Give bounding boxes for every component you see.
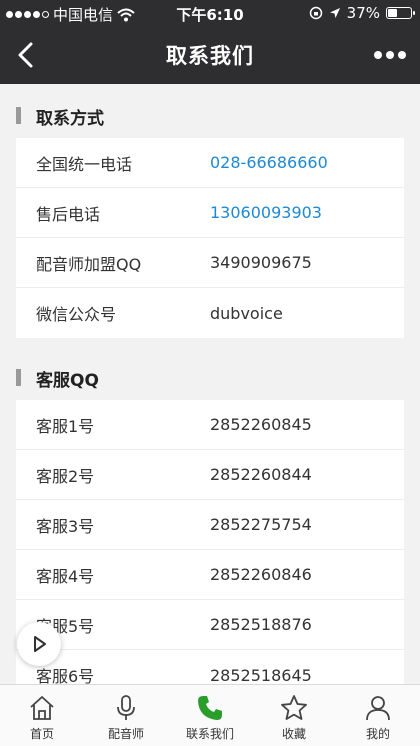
- more-button[interactable]: [370, 38, 410, 72]
- row-value: 2852260844: [210, 465, 312, 484]
- tab-label: 首页: [29, 727, 54, 741]
- tab-label: 配音师: [107, 727, 144, 741]
- row-value: 3490909675: [210, 253, 312, 272]
- tab-label: 联系我们: [185, 727, 234, 741]
- service-row[interactable]: 客服2号 2852260844: [16, 450, 404, 500]
- play-icon: [34, 636, 46, 652]
- row-label: 配音师加盟QQ: [36, 254, 142, 274]
- home-icon: [30, 696, 54, 720]
- user-icon: [366, 696, 390, 721]
- rotation-lock-icon: [309, 6, 322, 20]
- row-value: 2852260846: [210, 565, 312, 584]
- row-value: dubvoice: [210, 303, 283, 323]
- play-button[interactable]: [17, 622, 61, 666]
- tab-label: 我的: [365, 727, 390, 741]
- more-dot-icon: [374, 51, 382, 59]
- content-area[interactable]: 取系方式 全国统一电话 028-66686660 售后电话 1306009390…: [0, 84, 420, 684]
- row-value: 2852260845: [210, 415, 312, 434]
- contact-row-qq[interactable]: 配音师加盟QQ 3490909675: [16, 238, 404, 288]
- more-dot-icon: [398, 51, 406, 59]
- service-list: 客服1号 2852260845 客服2号 2852260844 客服3号 285…: [16, 400, 404, 684]
- row-value: 2852275754: [210, 515, 312, 534]
- row-label: 售后电话: [36, 204, 101, 224]
- contact-row-aftersales[interactable]: 售后电话 13060093903: [16, 188, 404, 238]
- tab-mine[interactable]: 我的: [336, 685, 420, 746]
- service-row[interactable]: 客服5号 2852518876: [16, 600, 404, 650]
- tab-favorites[interactable]: 收藏: [252, 685, 336, 746]
- status-bar: 中国电信 下午6:10 37%: [0, 0, 420, 26]
- hotline-link[interactable]: 028-66686660: [210, 153, 328, 172]
- tab-voice-artist[interactable]: 配音师: [84, 685, 168, 746]
- section-title-contact: 取系方式: [0, 84, 420, 138]
- location-icon: [329, 8, 340, 18]
- contact-list: 全国统一电话 028-66686660 售后电话 13060093903 配音师…: [16, 138, 404, 338]
- more-dot-icon: [386, 51, 394, 59]
- contact-row-wechat[interactable]: 微信公众号 dubvoice: [16, 288, 404, 338]
- status-right: 37%: [309, 4, 415, 22]
- service-row[interactable]: 客服1号 2852260845: [16, 400, 404, 450]
- service-row[interactable]: 客服3号 2852275754: [16, 500, 404, 550]
- aftersales-phone-link[interactable]: 13060093903: [210, 203, 322, 222]
- row-label: 客服3号: [36, 516, 95, 536]
- row-label: 全国统一电话: [36, 154, 133, 174]
- tab-bar: 首页 配音师 联系我们 收藏 我的: [0, 684, 420, 746]
- microphone-icon: [117, 695, 135, 720]
- service-row[interactable]: 客服4号 2852260846: [16, 550, 404, 600]
- page-title: 取系我们: [166, 44, 254, 68]
- star-icon: [281, 695, 307, 720]
- row-value: 2852518876: [210, 615, 312, 634]
- row-label: 客服6号: [36, 667, 95, 684]
- row-value: 2852518645: [210, 665, 312, 685]
- battery-icon: [386, 7, 415, 19]
- section-title-service: 客服QQ: [0, 346, 420, 400]
- battery-percent: 37%: [346, 4, 380, 22]
- tab-label: 收藏: [281, 727, 306, 741]
- row-label: 客服4号: [36, 566, 95, 586]
- contact-row-hotline[interactable]: 全国统一电话 028-66686660: [16, 138, 404, 188]
- phone-icon: [198, 696, 222, 720]
- nav-bar: 取系我们: [0, 26, 420, 84]
- row-label: 微信公众号: [36, 305, 117, 324]
- row-label: 客服2号: [36, 466, 95, 486]
- tab-home[interactable]: 首页: [0, 685, 84, 746]
- service-row[interactable]: 客服6号 2852518645: [16, 650, 404, 685]
- tab-contact-us[interactable]: 联系我们: [168, 685, 252, 746]
- row-label: 客服1号: [36, 416, 95, 436]
